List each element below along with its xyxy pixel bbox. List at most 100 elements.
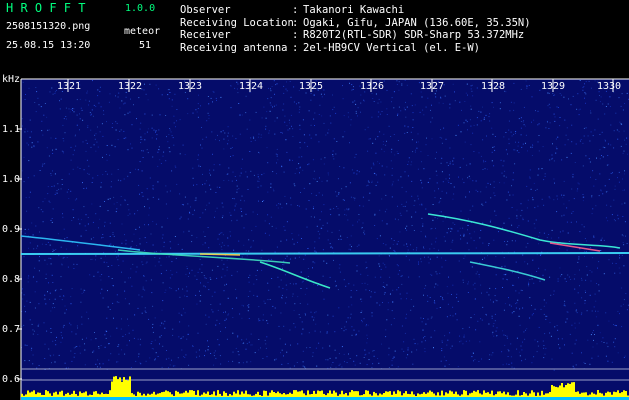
noise-speck: [273, 190, 275, 192]
noise-speck: [374, 213, 376, 215]
noise-speck: [421, 187, 423, 189]
noise-speck: [486, 168, 488, 170]
noise-speck: [378, 98, 380, 100]
noise-speck: [486, 314, 487, 316]
noise-speck: [230, 107, 232, 109]
noise-speck: [144, 289, 146, 291]
x-tick-label: 1323: [178, 81, 203, 92]
noise-speck: [502, 364, 504, 366]
noise-speck: [462, 343, 464, 345]
noise-speck: [342, 85, 343, 87]
noise-speck: [356, 173, 358, 175]
noise-speck: [33, 175, 35, 177]
noise-speck: [31, 222, 33, 224]
noise-speck: [360, 111, 361, 113]
noise-speck: [148, 318, 150, 320]
noise-speck: [121, 271, 122, 273]
noise-speck: [266, 320, 268, 322]
noise-speck: [64, 256, 66, 258]
noise-speck: [248, 318, 250, 319]
noise-speck: [406, 313, 407, 315]
noise-speck: [90, 146, 92, 148]
noise-speck: [469, 340, 471, 342]
noise-speck: [208, 103, 210, 105]
noise-speck: [335, 153, 337, 155]
noise-speck: [97, 89, 99, 91]
noise-speck: [92, 115, 94, 117]
noise-speck: [585, 155, 587, 157]
noise-speck: [382, 144, 384, 145]
noise-speck: [531, 155, 533, 156]
x-tick-label: 1329: [541, 81, 566, 92]
noise-speck: [492, 325, 494, 327]
noise-speck: [462, 279, 464, 281]
noise-speck: [591, 271, 593, 273]
noise-speck: [158, 261, 160, 263]
noise-speck: [521, 349, 523, 351]
noise-speck: [61, 184, 63, 185]
noise-speck: [175, 290, 177, 292]
noise-speck: [173, 144, 175, 146]
noise-speck: [170, 247, 172, 249]
noise-speck: [257, 136, 259, 138]
noise-speck: [132, 329, 134, 331]
noise-speck: [406, 246, 408, 247]
noise-speck: [290, 204, 292, 206]
noise-speck: [163, 151, 165, 153]
noise-speck: [599, 158, 601, 160]
noise-speck: [137, 338, 139, 340]
noise-speck: [191, 241, 193, 243]
noise-speck: [302, 365, 304, 367]
noise-speck: [183, 231, 185, 233]
noise-speck: [503, 175, 505, 177]
noise-speck: [341, 188, 343, 190]
noise-speck: [52, 149, 53, 151]
noise-speck: [414, 343, 416, 345]
noise-speck: [568, 240, 570, 242]
noise-speck: [80, 219, 82, 221]
noise-speck: [445, 138, 447, 140]
noise-speck: [314, 125, 315, 126]
noise-speck: [165, 185, 167, 187]
noise-speck: [400, 176, 402, 178]
noise-speck: [598, 261, 600, 263]
noise-speck: [551, 358, 553, 360]
noise-speck: [535, 219, 537, 221]
noise-speck: [582, 89, 584, 91]
noise-speck: [564, 278, 566, 280]
noise-speck: [515, 261, 517, 263]
noise-speck: [377, 358, 379, 359]
noise-speck: [313, 317, 315, 319]
noise-speck: [621, 326, 623, 328]
noise-speck: [247, 305, 249, 307]
noise-speck: [80, 301, 82, 303]
noise-speck: [140, 136, 142, 138]
noise-speck: [41, 165, 43, 167]
noise-speck: [71, 288, 73, 290]
noise-speck: [38, 303, 40, 305]
noise-speck: [579, 108, 581, 110]
noise-speck: [363, 232, 365, 234]
noise-speck: [429, 273, 431, 275]
noise-speck: [28, 196, 30, 198]
noise-speck: [215, 97, 217, 99]
noise-speck: [343, 330, 345, 332]
noise-speck: [250, 141, 252, 142]
noise-speck: [83, 169, 85, 171]
noise-speck: [432, 219, 434, 221]
noise-speck: [454, 91, 455, 93]
noise-speck: [165, 269, 167, 271]
noise-speck: [112, 123, 113, 124]
noise-speck: [416, 247, 418, 249]
noise-speck: [405, 116, 407, 118]
noise-speck: [250, 245, 252, 247]
noise-speck: [394, 350, 396, 352]
noise-speck: [391, 196, 393, 198]
noise-speck: [522, 307, 524, 309]
noise-speck: [315, 311, 317, 313]
noise-speck: [71, 220, 73, 221]
noise-speck: [105, 337, 107, 339]
noise-speck: [31, 146, 33, 148]
noise-speck: [215, 192, 217, 193]
noise-speck: [470, 85, 472, 87]
